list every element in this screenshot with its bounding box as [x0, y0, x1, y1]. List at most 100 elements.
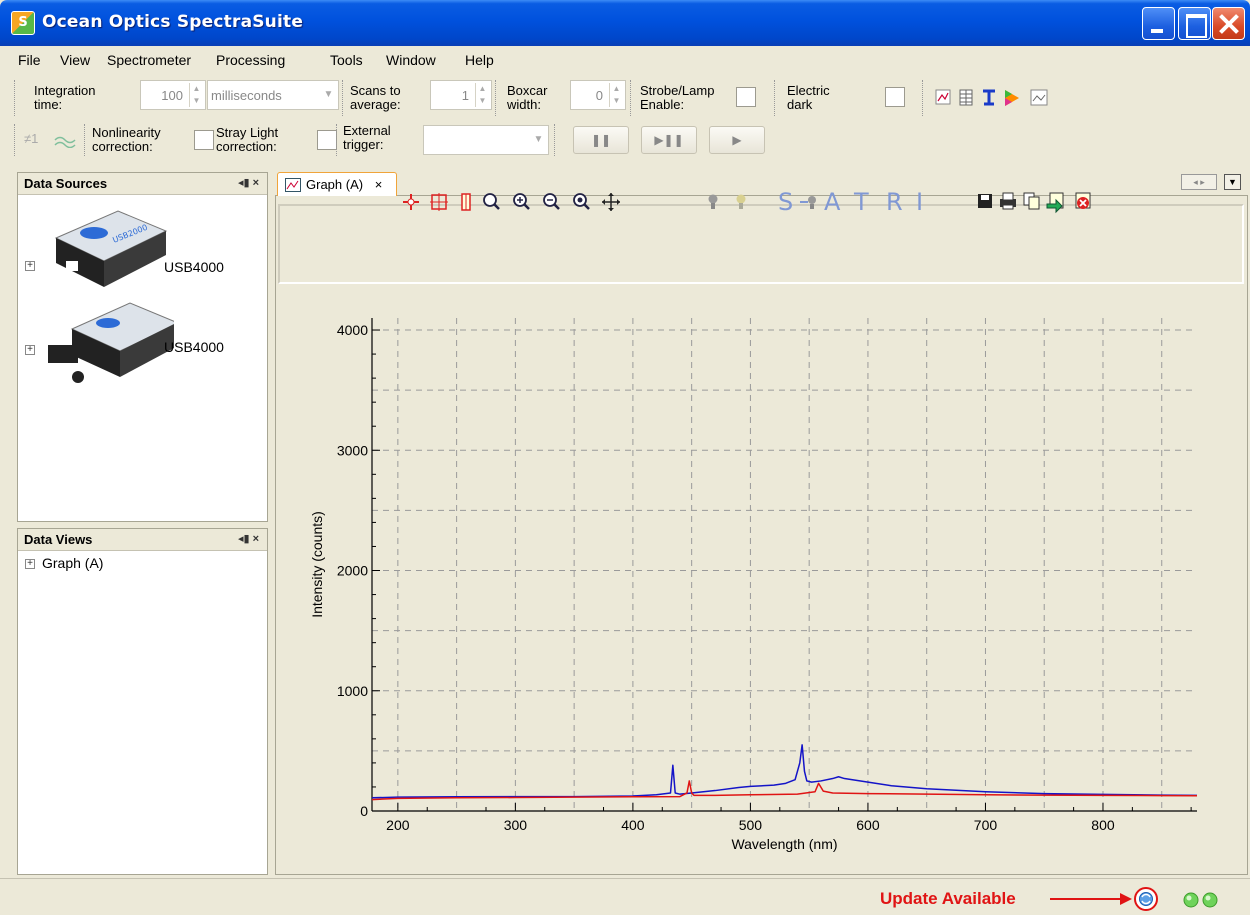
toolbar-grip[interactable]	[630, 80, 632, 116]
tool-letter-s[interactable]: S	[778, 190, 793, 216]
data-sources-title: Data Sources	[24, 176, 108, 191]
data-view-item[interactable]: Graph (A)	[42, 555, 103, 571]
pan-icon[interactable]	[602, 193, 620, 211]
stray-light-correction-checkbox[interactable]	[317, 130, 337, 150]
menu-processing[interactable]: Processing	[216, 52, 285, 68]
tool-letter-i[interactable]: I	[916, 190, 923, 216]
save-icon[interactable]	[978, 194, 992, 208]
menu-file[interactable]: File	[18, 52, 41, 68]
data-views-title: Data Views	[24, 532, 93, 547]
scans-to-average-input[interactable]: 1 ▲ ▼	[430, 80, 492, 110]
boxcar-width-input[interactable]: 0 ▲ ▼	[570, 80, 626, 110]
x-tick-label: 200	[386, 817, 410, 833]
spectrum-line	[371, 744, 1198, 799]
toolbar-grip[interactable]	[336, 124, 338, 156]
toolbar-grip[interactable]	[774, 80, 776, 116]
spectrum-plot[interactable]: 200 300 400 500 600 700 800 0 1000 2000 3000 4000 W…	[277, 290, 1243, 872]
y-axis-label: Intensity (counts)	[309, 511, 325, 618]
tool-letter-r[interactable]: R	[886, 190, 903, 216]
zoom-vertical-icon[interactable]	[461, 193, 471, 211]
refresh-update-icon[interactable]	[1134, 887, 1158, 911]
device-label[interactable]: USB4000	[164, 259, 224, 275]
electric-dark-checkbox[interactable]	[885, 87, 905, 107]
update-arrow-icon	[1050, 893, 1132, 905]
integration-unit-select[interactable]: milliseconds ▼	[207, 80, 339, 110]
tab-close-icon[interactable]: ×	[375, 177, 383, 192]
maximize-button[interactable]	[1178, 7, 1211, 40]
minimize-button[interactable]	[1142, 7, 1175, 40]
tab-list-chevron-icon[interactable]: ▼	[1224, 174, 1241, 190]
zoom-box-icon[interactable]	[430, 193, 448, 211]
menu-spectrometer[interactable]: Spectrometer	[107, 52, 191, 68]
copy-icon[interactable]	[1023, 192, 1040, 210]
bulb-on-icon[interactable]	[736, 194, 746, 210]
menu-help[interactable]: Help	[465, 52, 494, 68]
menu-tools[interactable]: Tools	[330, 52, 363, 68]
device-label[interactable]: USB4000	[164, 339, 224, 355]
zoom-out-icon[interactable]	[543, 193, 560, 210]
spin-arrows-icon[interactable]: ▲ ▼	[609, 83, 623, 107]
graph-view-icon[interactable]	[935, 89, 951, 105]
color-triangle-icon[interactable]	[1005, 90, 1019, 106]
y-tick-label: 2000	[337, 563, 368, 579]
nonlinearity-correction-checkbox[interactable]	[194, 130, 214, 150]
image-view-icon[interactable]	[1030, 89, 1048, 106]
print-icon[interactable]	[1000, 192, 1016, 210]
tool-letter-a[interactable]: A	[824, 190, 841, 216]
bulb-off-icon[interactable]	[708, 194, 718, 210]
x-tick-label: 500	[739, 817, 763, 833]
expand-graph-icon[interactable]: +	[25, 559, 35, 569]
strobe-lamp-checkbox[interactable]	[736, 87, 756, 107]
text-cursor-icon[interactable]	[983, 89, 995, 106]
data-sources-panel: Data Sources ◂▮ × + USB2000 USB4000 + US…	[17, 172, 268, 522]
play-button[interactable]: ▶	[709, 126, 765, 154]
zoom-in-icon[interactable]	[513, 193, 530, 210]
update-available-label[interactable]: Update Available	[880, 889, 1016, 909]
external-trigger-select[interactable]: ▼	[423, 125, 549, 155]
panel-controls[interactable]: ◂▮ ×	[238, 532, 259, 545]
spin-arrows-icon[interactable]: ▲ ▼	[475, 83, 489, 107]
toolbar-grip[interactable]	[495, 80, 497, 116]
table-view-icon[interactable]	[959, 89, 973, 106]
cursor-crosshair-icon[interactable]	[403, 194, 419, 210]
tool-letter-t[interactable]: T	[853, 190, 869, 216]
zoom-reset-icon[interactable]	[573, 193, 590, 210]
expand-device-1-icon[interactable]: +	[25, 261, 35, 271]
export-icon[interactable]	[1046, 192, 1064, 214]
spectrometer-device-icon	[48, 302, 174, 383]
toolbar-grip[interactable]	[14, 80, 16, 116]
x-tick-label: 300	[504, 817, 528, 833]
tab-scroll-arrows-icon[interactable]: ◂ ▸	[1181, 174, 1217, 190]
close-button[interactable]	[1212, 7, 1245, 40]
status-led-icon	[1183, 892, 1199, 908]
electric-dark-label: Electric dark	[787, 84, 830, 112]
chevron-down-icon[interactable]: ▼	[531, 129, 546, 151]
toolbar-grip[interactable]	[342, 80, 344, 116]
spin-arrows-icon[interactable]: ▲ ▼	[189, 83, 203, 107]
integration-time-label: Integration time:	[34, 84, 96, 112]
toolbar-grip[interactable]	[14, 124, 16, 156]
pause-button[interactable]: ❚❚	[573, 126, 629, 154]
scans-to-average-value: 1	[461, 88, 469, 103]
toolbar-grip[interactable]	[554, 124, 556, 156]
scans-to-average-label: Scans to average:	[350, 84, 401, 112]
delete-graph-icon[interactable]	[1075, 192, 1091, 209]
toolbar-grip[interactable]	[84, 124, 86, 156]
zoom-fit-icon[interactable]	[483, 193, 500, 210]
menu-view[interactable]: View	[60, 52, 90, 68]
boxcar-width-label: Boxcar width:	[507, 84, 548, 112]
single-scan-button[interactable]: ▶❚❚	[641, 126, 697, 154]
strobe-lamp-label: Strobe/Lamp Enable:	[640, 84, 715, 112]
tab-graph-a[interactable]: Graph (A) ×	[277, 172, 397, 196]
y-tick-label: 1000	[337, 683, 368, 699]
menu-window[interactable]: Window	[386, 52, 436, 68]
x-tick-label: 400	[621, 817, 645, 833]
stray-light-correction-label: Stray Light correction:	[216, 126, 279, 154]
integration-time-input[interactable]: 100 ▲ ▼	[140, 80, 206, 110]
tab-graph-label: Graph (A)	[306, 177, 364, 192]
bulb-small-icon[interactable]	[800, 196, 816, 209]
expand-device-2-icon[interactable]: +	[25, 345, 35, 355]
chevron-down-icon[interactable]: ▼	[321, 84, 336, 106]
toolbar-grip[interactable]	[922, 80, 924, 116]
panel-controls[interactable]: ◂▮ ×	[238, 176, 259, 189]
